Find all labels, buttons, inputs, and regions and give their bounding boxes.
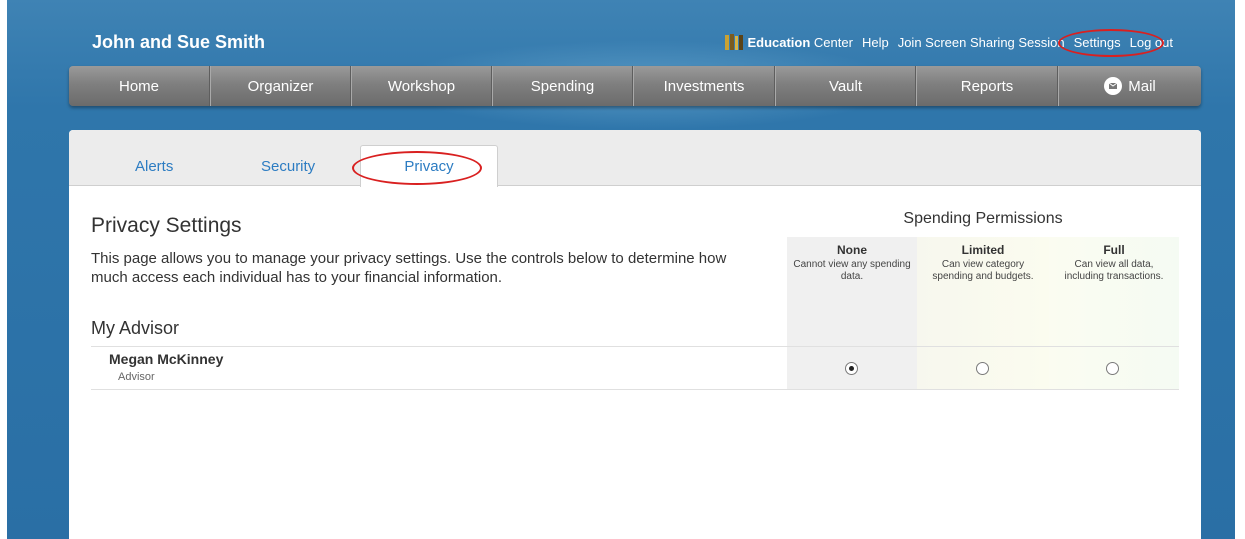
page-title: Privacy Settings [91,214,242,237]
nav-mail[interactable]: Mail [1058,66,1201,106]
tab-privacy[interactable]: Privacy [360,145,498,187]
screen-sharing-link[interactable]: Join Screen Sharing Session [898,35,1065,50]
main-nav: Home Organizer Workshop Spending Investm… [69,66,1201,106]
nav-mail-label: Mail [1128,77,1156,95]
permission-full-desc: Can view all data, including transaction… [1064,259,1164,282]
nav-reports[interactable]: Reports [916,66,1058,106]
section-title: My Advisor [91,318,180,338]
nav-spending[interactable]: Spending [492,66,633,106]
settings-panel: Alerts Security Privacy Privacy Settings… [69,130,1201,539]
permission-full-label: Full [1103,243,1125,257]
radio-limited[interactable] [976,362,989,375]
nav-home[interactable]: Home [69,66,210,106]
nav-investments[interactable]: Investments [633,66,775,106]
books-icon [725,34,744,50]
mail-icon [1104,77,1123,95]
row-divider [91,346,1179,347]
settings-tabs: Alerts Security Privacy [69,130,1201,187]
education-center-link[interactable]: Education Center [725,34,853,50]
advisor-name: Megan McKinney [109,351,224,367]
permission-limited-label: Limited [961,243,1005,257]
permission-limited-desc: Can view category spending and budgets. [932,259,1034,282]
tab-alerts[interactable]: Alerts [135,158,173,175]
top-links: Education Center Help Join Screen Sharin… [725,28,1173,57]
education-label-rest: Center [813,35,853,50]
education-label-bold: Education [747,35,811,50]
tab-security[interactable]: Security [261,158,315,175]
permission-none-label: None [837,243,867,257]
page-description: This page allows you to manage your priv… [91,250,727,286]
permission-none-desc: Cannot view any spending data. [793,259,911,282]
household-name: John and Sue Smith [92,32,266,52]
nav-vault[interactable]: Vault [775,66,916,106]
radio-none[interactable] [845,362,858,375]
row-divider [91,389,1179,390]
help-link[interactable]: Help [862,35,889,50]
advisor-role: Advisor [118,371,155,383]
tab-privacy-label: Privacy [404,158,454,175]
permissions-title: Spending Permissions [903,210,1063,227]
radio-full[interactable] [1106,362,1119,375]
nav-workshop[interactable]: Workshop [351,66,492,106]
settings-link[interactable]: Settings [1057,28,1164,57]
nav-organizer[interactable]: Organizer [210,66,351,106]
